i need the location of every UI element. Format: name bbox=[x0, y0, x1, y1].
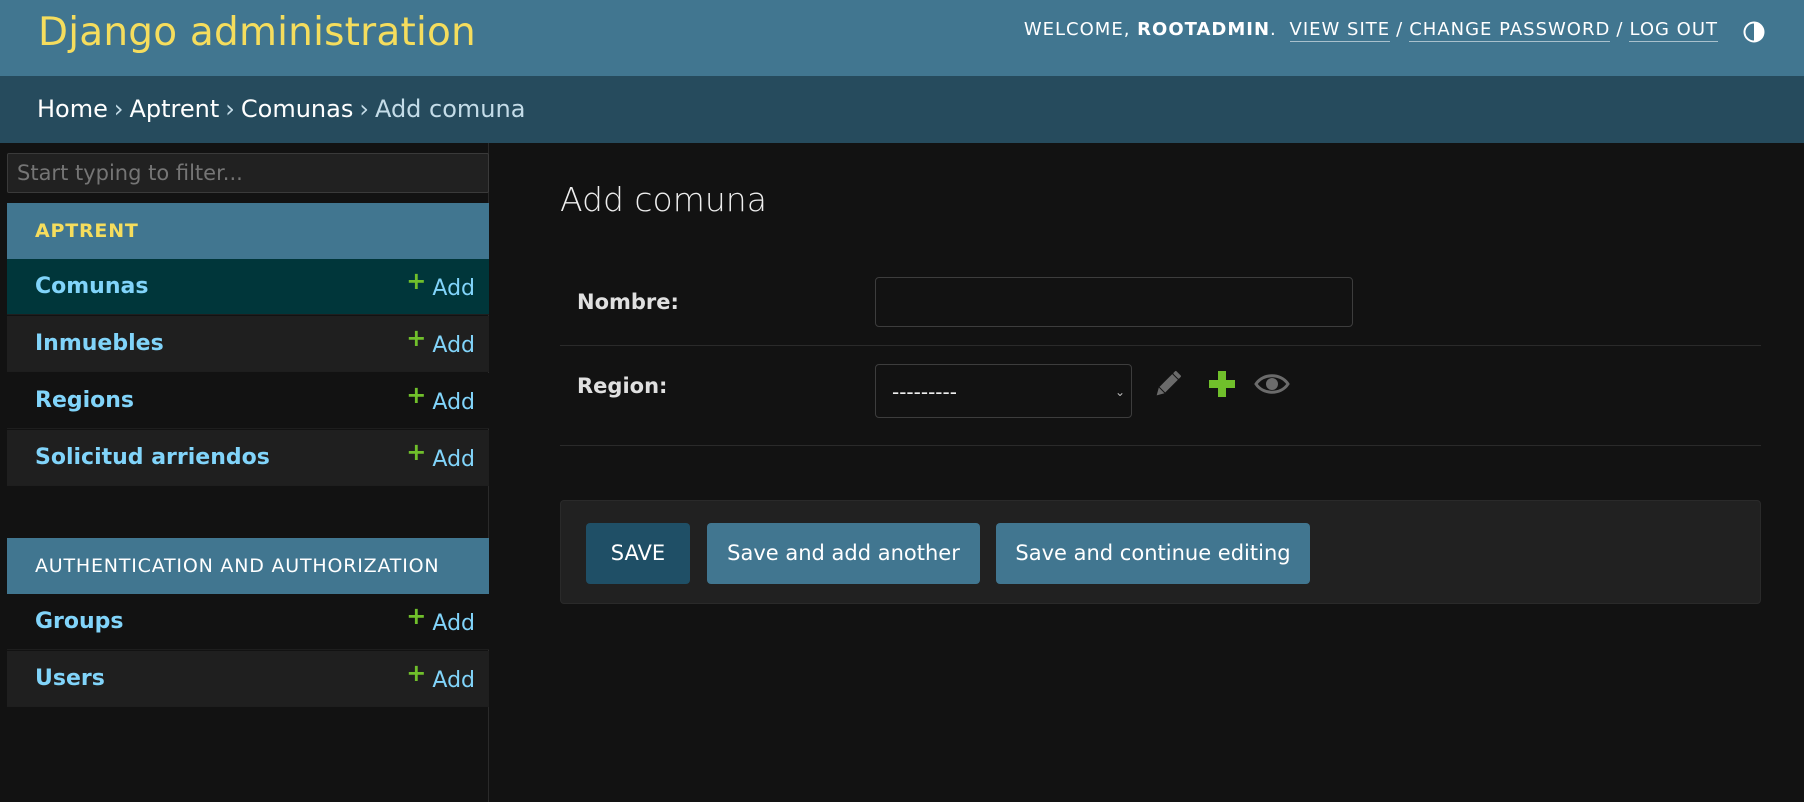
add-link[interactable]: + Add bbox=[406, 259, 475, 317]
add-link[interactable]: + Add bbox=[406, 594, 475, 652]
add-label: Add bbox=[432, 447, 475, 472]
separator: / bbox=[1616, 19, 1624, 40]
add-label: Add bbox=[432, 390, 475, 415]
sidebar-item-label[interactable]: Solicitud arriendos bbox=[35, 430, 270, 486]
log-out-link[interactable]: LOG OUT bbox=[1629, 19, 1718, 42]
add-link[interactable]: + Add bbox=[406, 316, 475, 374]
separator: / bbox=[1396, 19, 1404, 40]
breadcrumb-current: Add comuna bbox=[374, 95, 526, 123]
site-brand[interactable]: Django administration bbox=[38, 10, 476, 55]
username: ROOTADMIN bbox=[1137, 19, 1271, 40]
nav-sidebar: APTRENT Comunas +Add Inmuebles +Add Regi… bbox=[7, 143, 489, 802]
chevron-down-icon: ⌄ bbox=[1114, 385, 1125, 399]
page-title: Add comuna bbox=[560, 180, 767, 219]
form-row-nombre: Nombre: bbox=[560, 262, 1761, 346]
sidebar-item-label[interactable]: Users bbox=[35, 651, 105, 707]
save-button[interactable]: SAVE bbox=[586, 523, 690, 584]
breadcrumb: Home › Aptrent › Comunas › Add comuna bbox=[0, 76, 1804, 143]
sidebar-item-groups: Groups + Add bbox=[7, 594, 489, 650]
module-caption-auth[interactable]: AUTHENTICATION AND AUTHORIZATION bbox=[7, 538, 489, 594]
add-link[interactable]: + Add bbox=[406, 651, 475, 709]
view-site-link[interactable]: VIEW SITE bbox=[1289, 19, 1391, 42]
breadcrumb-separator: › bbox=[113, 95, 124, 123]
breadcrumb-separator: › bbox=[225, 95, 235, 123]
breadcrumb-separator: › bbox=[359, 95, 369, 123]
plus-icon: + bbox=[406, 438, 427, 466]
plus-icon: + bbox=[406, 324, 427, 352]
sidebar-item-solicitud-arriendos: Solicitud arriendos + Add bbox=[7, 430, 489, 486]
sidebar-item-label[interactable]: Inmuebles bbox=[35, 316, 164, 372]
save-and-continue-button[interactable]: Save and continue editing bbox=[996, 523, 1310, 584]
sidebar-item-label[interactable]: Regions bbox=[35, 373, 134, 429]
nav-filter-input[interactable] bbox=[7, 153, 489, 193]
user-tools: WELCOME, ROOTADMIN. VIEW SITE / CHANGE PAS… bbox=[1023, 19, 1718, 42]
welcome-text: WELCOME, bbox=[1023, 19, 1138, 40]
add-label: Add bbox=[432, 333, 475, 358]
welcome-period: . bbox=[1270, 19, 1277, 40]
theme-toggle-icon[interactable] bbox=[1742, 20, 1766, 44]
module-caption-aptrent[interactable]: APTRENT bbox=[7, 203, 489, 259]
sidebar-item-label[interactable]: Groups bbox=[35, 594, 124, 650]
eye-icon[interactable] bbox=[1254, 366, 1290, 402]
region-select[interactable]: --------- ⌄ bbox=[875, 364, 1132, 418]
sidebar-item-inmuebles: Inmuebles + Add bbox=[7, 316, 489, 372]
add-label: Add bbox=[432, 611, 475, 636]
plus-icon: + bbox=[406, 659, 427, 687]
sidebar-item-label[interactable]: Comunas bbox=[35, 259, 148, 315]
add-link[interactable]: + Add bbox=[406, 373, 475, 431]
sidebar-item-regions: Regions + Add bbox=[7, 373, 489, 429]
plus-icon: + bbox=[406, 381, 427, 409]
add-label: Add bbox=[432, 276, 475, 301]
region-label: Region: bbox=[577, 374, 668, 398]
pencil-icon[interactable] bbox=[1150, 366, 1186, 402]
region-selected-value: --------- bbox=[892, 380, 957, 404]
breadcrumb-model[interactable]: Comunas bbox=[241, 95, 353, 123]
site-header: Django administration WELCOME, ROOTADMIN… bbox=[0, 0, 1804, 76]
breadcrumb-home[interactable]: Home bbox=[37, 95, 108, 123]
nombre-input[interactable] bbox=[875, 277, 1353, 327]
add-related-plus-icon[interactable] bbox=[1204, 366, 1240, 402]
nombre-label: Nombre: bbox=[577, 290, 679, 314]
plus-icon: + bbox=[406, 267, 427, 295]
sidebar-item-users: Users + Add bbox=[7, 651, 489, 707]
change-password-link[interactable]: CHANGE PASSWORD bbox=[1409, 19, 1611, 42]
sidebar-item-comunas: Comunas + Add bbox=[7, 259, 489, 315]
save-and-add-another-button[interactable]: Save and add another bbox=[707, 523, 980, 584]
breadcrumb-app[interactable]: Aptrent bbox=[129, 95, 219, 123]
add-link[interactable]: + Add bbox=[406, 430, 475, 488]
plus-icon: + bbox=[406, 602, 427, 630]
submit-row: SAVE Save and add another Save and conti… bbox=[560, 500, 1761, 604]
add-label: Add bbox=[432, 668, 475, 693]
form-row-region: Region: --------- ⌄ bbox=[560, 346, 1761, 446]
